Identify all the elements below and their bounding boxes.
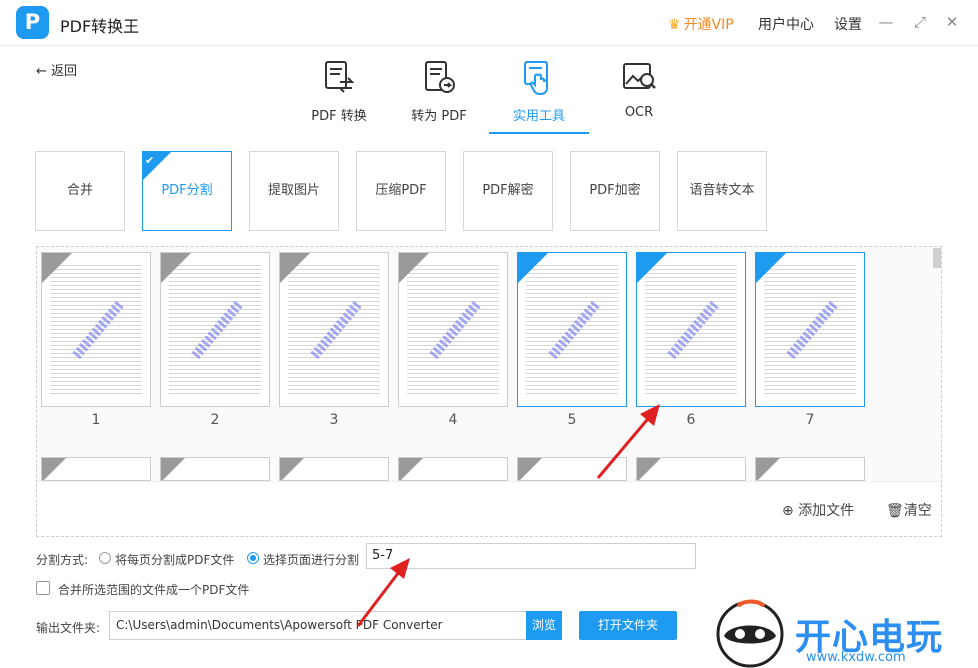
site-watermark-url: www.kxdw.com [806, 650, 906, 665]
tool-pdf-encrypt[interactable]: PDF加密 [570, 151, 660, 231]
page-corner [637, 253, 667, 283]
page-number: 7 [805, 412, 815, 428]
page-thumbnail-7[interactable] [755, 252, 865, 407]
page-thumbnail-5[interactable] [517, 252, 627, 407]
open-folder-button[interactable]: 打开文件夹 [579, 611, 677, 640]
page-number: 5 [567, 412, 577, 428]
page-thumbnail-4[interactable] [398, 252, 508, 407]
tool-pdf-decrypt[interactable]: PDF解密 [463, 151, 553, 231]
add-file-label: 添加文件 [798, 503, 855, 519]
page-number: 6 [686, 412, 696, 428]
pdf-convert-icon [325, 61, 355, 93]
tab-label: 转为 PDF [411, 109, 467, 124]
page-thumbnail-2[interactable] [160, 252, 270, 407]
user-center-link[interactable]: 用户中心 [758, 14, 814, 34]
page-thumbnail-next[interactable] [398, 457, 508, 481]
scrollbar-thumb[interactable] [933, 248, 941, 268]
tool-compress-pdf[interactable]: 压缩PDF [356, 151, 446, 231]
page-corner [756, 253, 786, 283]
check-icon: ✔ [145, 154, 155, 167]
maximize-button[interactable]: ⤢ [910, 12, 930, 32]
tab-label: OCR [624, 105, 654, 120]
app-logo: P [16, 6, 49, 39]
page-corner [518, 253, 548, 283]
vip-label: 开通VIP [683, 17, 734, 33]
ocr-icon [623, 63, 656, 89]
page-thumbnail-next[interactable] [279, 457, 389, 481]
page-corner [756, 458, 780, 480]
tab-pdf-convert[interactable]: PDF 转换 [289, 58, 389, 134]
radio-split-each-label: 将每页分割成PDF文件 [115, 553, 235, 567]
page-thumbnail-next[interactable] [755, 457, 865, 481]
trash-icon: 🗑 [886, 503, 904, 519]
output-path-input[interactable]: C:\Users\admin\Documents\Apowersoft PDF … [109, 611, 527, 640]
tab-label: 实用工具 [512, 109, 565, 124]
tab-label: PDF 转换 [311, 109, 367, 124]
split-mode-label: 分割方式: [36, 553, 89, 567]
tool-extract-images[interactable]: 提取图片 [249, 151, 339, 231]
browse-button[interactable]: 浏览 [526, 611, 562, 640]
tools-icon [524, 61, 548, 95]
plus-circle-icon: ⊕ [782, 503, 794, 519]
page-corner [280, 458, 304, 480]
close-button[interactable]: ✕ [942, 12, 962, 32]
merge-checkbox-label: 合并所选范围的文件成一个PDF文件 [58, 583, 250, 597]
back-button[interactable]: ← 返回 [36, 60, 77, 79]
back-label: 返回 [51, 64, 78, 79]
radio-split-each-page[interactable] [99, 552, 111, 564]
minimize-button[interactable]: — [876, 12, 896, 32]
page-thumbnail-next[interactable] [517, 457, 627, 481]
page-thumbnail-next[interactable] [636, 457, 746, 481]
page-corner [518, 458, 542, 480]
app-title: PDF转换王 [60, 17, 140, 36]
output-folder-label: 输出文件夹: [36, 621, 101, 635]
page-number: 4 [448, 412, 458, 428]
page-corner [399, 253, 429, 283]
tool-label: PDF分割 [161, 183, 213, 198]
merge-checkbox[interactable] [36, 581, 50, 595]
settings-link[interactable]: 设置 [834, 14, 862, 34]
radio-select-pages[interactable] [247, 552, 259, 564]
page-thumbnail-next[interactable] [41, 457, 151, 481]
page-thumbnail-next[interactable] [160, 457, 270, 481]
page-corner [42, 458, 66, 480]
tool-pdf-split[interactable]: ✔ PDF分割 [142, 151, 232, 231]
selected-corner: ✔ [142, 151, 172, 181]
page-corner [42, 253, 72, 283]
page-thumbnail-6[interactable] [636, 252, 746, 407]
page-corner [161, 253, 191, 283]
page-corner [161, 458, 185, 480]
title-bar: P PDF转换王 ♛ 开通VIP 用户中心 设置 — ⤢ ✕ [0, 0, 978, 46]
tool-speech-to-text[interactable]: 语音转文本 [677, 151, 767, 231]
page-number: 3 [329, 412, 339, 428]
page-number: 1 [91, 412, 101, 428]
page-corner [637, 458, 661, 480]
tab-to-pdf[interactable]: 转为 PDF [389, 58, 489, 134]
vip-link[interactable]: ♛ 开通VIP [668, 14, 734, 34]
page-number: 2 [210, 412, 220, 428]
add-file-button[interactable]: ⊕ 添加文件 [782, 500, 854, 520]
clear-button[interactable]: 🗑清空 [886, 500, 932, 520]
radio-select-pages-label: 选择页面进行分割 [263, 553, 360, 567]
page-range-input[interactable]: 5-7 [366, 543, 696, 569]
clear-label: 清空 [903, 503, 932, 519]
arrow-left-icon: ← [36, 64, 47, 79]
page-corner [280, 253, 310, 283]
page-thumbnail-3[interactable] [279, 252, 389, 407]
page-thumbnail-1[interactable] [41, 252, 151, 407]
to-pdf-icon [425, 61, 455, 93]
tab-ocr[interactable]: OCR [589, 58, 689, 134]
tool-merge[interactable]: 合并 [35, 151, 125, 231]
page-corner [399, 458, 423, 480]
tab-tools[interactable]: 实用工具 [489, 58, 589, 134]
crown-icon: ♛ [668, 17, 681, 33]
